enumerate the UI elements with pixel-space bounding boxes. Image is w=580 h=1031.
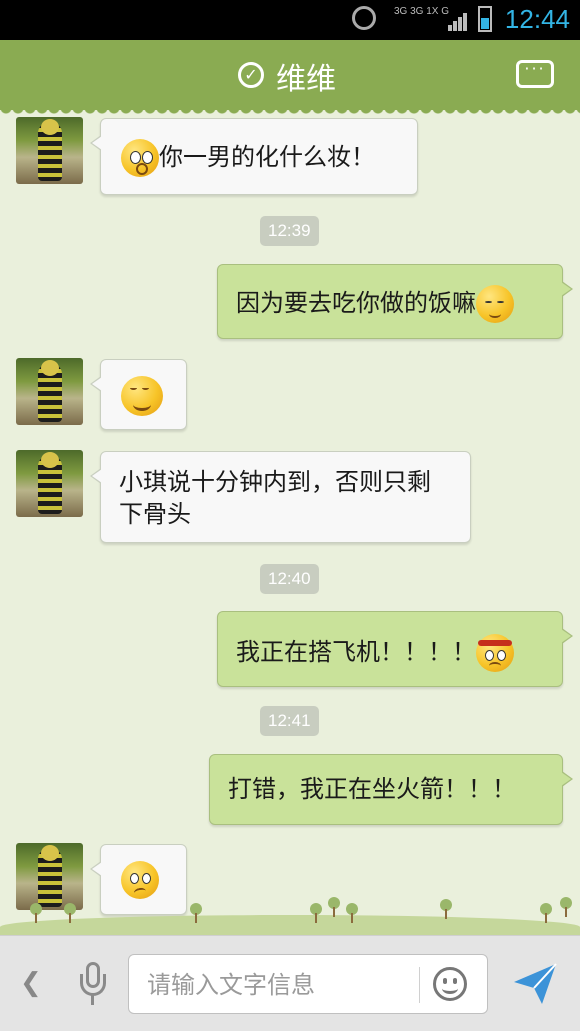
more-options-button[interactable]: ··· [516, 60, 554, 88]
input-bar: ❮ [0, 935, 580, 1031]
alarm-icon [352, 6, 376, 30]
outgoing-message[interactable]: 因为要去吃你做的饭嘛 [217, 264, 573, 339]
determined-emoji-icon [476, 634, 514, 672]
timestamp: 12:40 [260, 564, 319, 594]
confused-emoji-icon [121, 861, 159, 899]
chat-header: ✓ 维维 ··· [0, 40, 580, 116]
incoming-message[interactable] [90, 359, 187, 430]
network-indicator: 3G 3G 1X G [394, 6, 450, 17]
message-text: 打错，我正在坐火箭！！！ [228, 775, 516, 803]
incoming-message[interactable]: 你一男的化什么妆！ [90, 118, 418, 195]
message-text: 你一男的化什么妆！ [159, 143, 375, 171]
chat-title: 维维 [276, 62, 336, 97]
microphone-icon[interactable] [80, 962, 106, 1008]
field-divider [419, 967, 420, 1003]
background-scenery [0, 895, 580, 935]
status-clock: 12:44 [504, 4, 570, 34]
timestamp: 12:39 [260, 216, 319, 246]
check-circle-icon: ✓ [238, 62, 264, 88]
contact-avatar[interactable] [16, 450, 83, 517]
contact-avatar[interactable] [16, 358, 83, 425]
message-field[interactable] [128, 954, 488, 1014]
message-text: 我正在搭飞机！！！！ [236, 638, 476, 666]
shocked-emoji-icon [121, 139, 159, 177]
message-input[interactable] [145, 967, 419, 1003]
grin-emoji-icon [121, 376, 163, 416]
battery-icon [478, 6, 492, 32]
incoming-message[interactable]: 小琪说十分钟内到，否则只剩下骨头 [90, 451, 471, 543]
timestamp: 12:41 [260, 706, 319, 736]
message-text: 小琪说十分钟内到，否则只剩下骨头 [119, 468, 431, 528]
contact-avatar[interactable] [16, 117, 83, 184]
status-bar: 3G 3G 1X G 12:44 [0, 0, 580, 40]
signal-icon [448, 12, 468, 31]
shy-emoji-icon [476, 285, 514, 323]
outgoing-message[interactable]: 我正在搭飞机！！！！ [217, 611, 573, 687]
header-edge [0, 108, 580, 116]
message-text: 因为要去吃你做的饭嘛 [236, 289, 476, 317]
outgoing-message[interactable]: 打错，我正在坐火箭！！！ [209, 754, 573, 825]
smiley-icon[interactable] [433, 967, 467, 1001]
send-icon[interactable] [512, 962, 558, 1006]
chevron-left-icon[interactable]: ❮ [20, 968, 42, 998]
